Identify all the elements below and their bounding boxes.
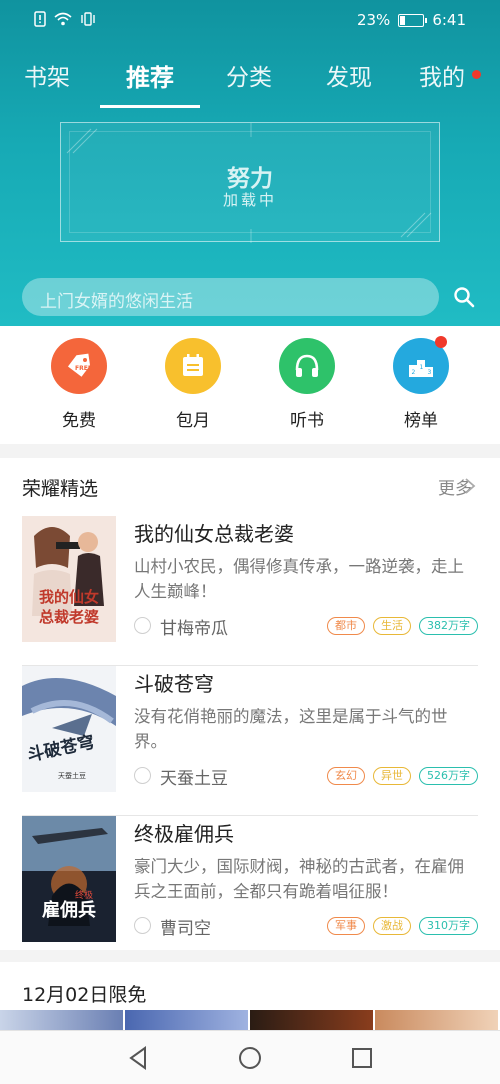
free-tag-icon: FREE [51, 338, 107, 394]
subgenre-tag: 激战 [373, 917, 411, 935]
book-title[interactable]: 我的仙女总裁老婆 [134, 518, 294, 547]
svg-text:总裁老婆: 总裁老婆 [39, 608, 99, 626]
status-bar: 23% 6:41 [0, 0, 500, 42]
book-description: 豪门大少，国际财阀，神秘的古武者，在雇佣兵之王面前，全都只有跪着唱征服！ [134, 857, 464, 901]
back-icon[interactable] [125, 1044, 153, 1072]
book-cover[interactable]: 我的仙女 总裁老婆 [22, 516, 116, 642]
svg-text:天蚕土豆: 天蚕土豆 [58, 771, 86, 780]
book-description: 山村小农民，偶得修真传承，一路逆袭，走上人生巅峰！ [134, 557, 464, 601]
book-item[interactable]: 雇佣兵 终极 终极雇佣兵 豪门大少，国际财阀，神秘的古武者，在雇佣兵之王面前，全… [0, 816, 500, 966]
quick-ranking-label: 榜单 [404, 411, 438, 431]
tab-discover[interactable]: 发现 [326, 58, 372, 92]
genre-tag: 玄幻 [327, 767, 365, 785]
active-tab-indicator [100, 105, 200, 108]
svg-text:3: 3 [428, 369, 432, 376]
search-placeholder: 上门女婿的悠闲生活 [40, 292, 193, 312]
svg-text:我的仙女: 我的仙女 [39, 588, 99, 606]
limited-free-section: 12月02日限免 [0, 962, 500, 1037]
quick-monthly-label: 包月 [176, 411, 210, 431]
author-avatar-icon [134, 617, 151, 634]
alert-icon [34, 11, 46, 27]
book-cover[interactable]: 雇佣兵 终极 [22, 816, 116, 942]
svg-text:终极: 终极 [75, 889, 93, 901]
book-cover[interactable]: 斗破苍穹 天蚕土豆 [22, 666, 116, 792]
book-title[interactable]: 斗破苍穹 [134, 668, 214, 697]
quick-ranking[interactable]: 213 榜单 [371, 336, 471, 431]
book-item[interactable]: 我的仙女 总裁老婆 我的仙女总裁老婆 山村小农民，偶得修真传承，一路逆袭，走上人… [0, 516, 500, 666]
header: 23% 6:41 书架 推荐 分类 发现 我的 努力 加载中 上门女婿的悠闲生活 [0, 0, 500, 326]
battery-icon [398, 13, 428, 27]
search-input[interactable]: 上门女婿的悠闲生活 [22, 278, 439, 316]
tab-recommend[interactable]: 推荐 [126, 58, 174, 93]
section-title: 12月02日限免 [22, 984, 147, 1006]
system-nav-bar [0, 1030, 500, 1084]
book-description: 没有花俏艳丽的魔法，这里是属于斗气的世界。 [134, 707, 448, 751]
calendar-icon [165, 338, 221, 394]
word-count-tag: 382万字 [419, 617, 478, 635]
svg-text:2: 2 [412, 369, 416, 376]
tab-mine[interactable]: 我的 [419, 58, 465, 92]
book-item[interactable]: 斗破苍穹 天蚕土豆 斗破苍穹 没有花俏艳丽的魔法，这里是属于斗气的世界。 天蚕土… [0, 666, 500, 816]
headphones-icon [279, 338, 335, 394]
svg-text:FREE: FREE [75, 365, 92, 372]
author-avatar-icon [134, 767, 151, 784]
word-count-tag: 526万字 [419, 767, 478, 785]
home-icon[interactable] [236, 1044, 264, 1072]
search-icon[interactable] [453, 286, 475, 308]
ranking-notification-dot [435, 336, 447, 348]
tag-row: 军事 激战 310万字 [327, 917, 478, 935]
tag-row: 都市 生活 382万字 [327, 617, 478, 635]
clock: 6:41 [432, 11, 466, 29]
author-avatar-icon [134, 917, 151, 934]
banner[interactable]: 努力 加载中 [60, 122, 440, 243]
notification-dot [472, 70, 481, 79]
section-title: 荣耀精选 [22, 478, 99, 500]
tab-category[interactable]: 分类 [226, 58, 272, 92]
genre-tag: 都市 [327, 617, 365, 635]
book-author: 曹司空 [160, 919, 211, 939]
top-tabs: 书架 推荐 分类 发现 我的 [0, 52, 500, 108]
recents-icon[interactable] [348, 1044, 376, 1072]
vibrate-icon [81, 12, 95, 26]
quick-free-label: 免费 [62, 411, 96, 431]
wifi-icon [54, 12, 72, 26]
genre-tag: 军事 [327, 917, 365, 935]
banner-subtitle: 加载中 [222, 191, 277, 209]
book-author: 甘梅帝瓜 [160, 619, 228, 639]
tab-bookshelf[interactable]: 书架 [24, 58, 70, 92]
featured-section: 荣耀精选 更多 我的仙女 总裁老婆 我的仙女总裁老婆 山村小农民，偶得修真传承，… [0, 458, 500, 950]
quick-audio-label: 听书 [290, 411, 324, 431]
subgenre-tag: 生活 [373, 617, 411, 635]
quick-free[interactable]: FREE 免费 [29, 338, 129, 431]
quick-monthly[interactable]: 包月 [143, 338, 243, 431]
tag-row: 玄幻 异世 526万字 [327, 767, 478, 785]
chevron-right-icon[interactable] [464, 477, 476, 495]
svg-text:1: 1 [420, 364, 424, 371]
book-title[interactable]: 终极雇佣兵 [134, 818, 234, 847]
battery-percent: 23% [356, 11, 391, 29]
book-author: 天蚕土豆 [160, 769, 228, 789]
quick-entries: FREE 免费 包月 听书 213 榜单 [0, 326, 500, 444]
word-count-tag: 310万字 [419, 917, 478, 935]
svg-text:雇佣兵: 雇佣兵 [42, 899, 96, 921]
quick-audio[interactable]: 听书 [257, 338, 357, 431]
subgenre-tag: 异世 [373, 767, 411, 785]
banner-title: 努力 [227, 166, 273, 192]
